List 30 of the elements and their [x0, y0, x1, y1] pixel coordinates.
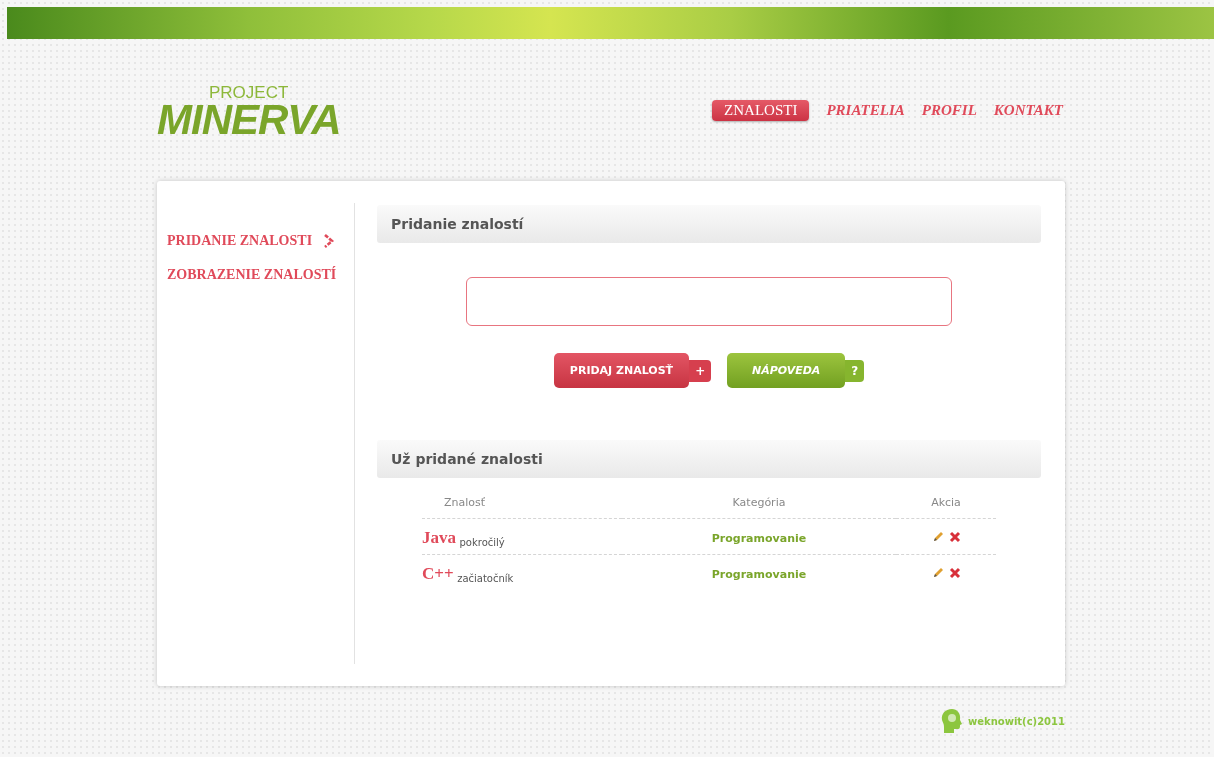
- pencil-icon[interactable]: [931, 530, 945, 543]
- delete-icon[interactable]: [948, 567, 961, 579]
- nav-link[interactable]: PRIATELIA: [826, 101, 905, 119]
- column-header: Kategória: [622, 490, 896, 519]
- section-title: Pridanie znalostí: [391, 216, 524, 232]
- nav-link[interactable]: ZNALOSTI: [712, 99, 810, 121]
- input-field[interactable]: [466, 277, 952, 326]
- nav-link[interactable]: KONTAKT: [993, 101, 1063, 119]
- nav-link[interactable]: PROFIL: [921, 101, 977, 119]
- category-text: Programovanie: [711, 567, 807, 581]
- head-icon: [940, 708, 964, 734]
- knowledge-level: pokročilý: [459, 537, 505, 548]
- sidebar-item[interactable]: ZOBRAZENIE ZNALOSTÍ: [167, 267, 354, 283]
- column-header: Znalosť: [422, 490, 622, 519]
- footer-text: weknowit(c)2011: [968, 715, 1065, 727]
- knowledge-name: C++: [422, 564, 454, 583]
- logo-subtitle: PROJECT: [209, 86, 289, 100]
- column-header: Akcia: [896, 490, 996, 519]
- section-title: Už pridané znalosti: [391, 451, 543, 467]
- button-tab[interactable]: +: [689, 359, 712, 382]
- action-button[interactable]: NÁPOVEDA: [727, 353, 846, 388]
- knowledge-name: Java: [422, 528, 456, 547]
- button-tab[interactable]: ?: [845, 359, 865, 382]
- delete-icon[interactable]: [948, 531, 961, 543]
- category-text: Programovanie: [711, 531, 807, 545]
- knowledge-level: začiatočník: [457, 573, 514, 584]
- logo-title: MINERVA: [157, 100, 341, 140]
- action-button[interactable]: PRIDAJ ZNALOSŤ: [553, 353, 690, 388]
- pencil-icon[interactable]: [931, 566, 945, 579]
- sidebar-item[interactable]: PRIDANIE ZNALOSTI: [167, 233, 354, 249]
